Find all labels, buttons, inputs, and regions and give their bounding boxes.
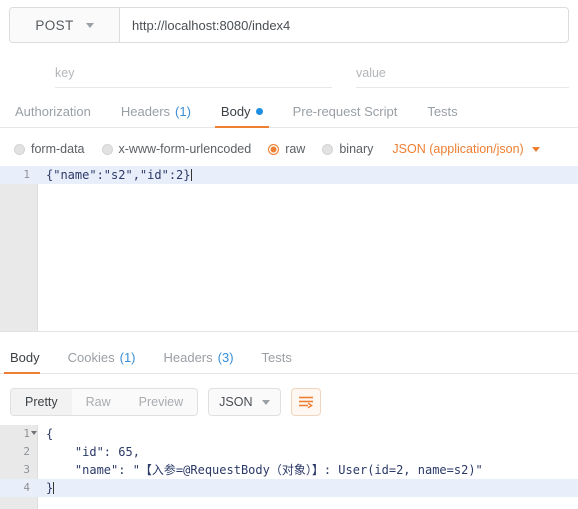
tab-count: (1) (175, 103, 191, 119)
text-caret (53, 482, 55, 494)
tab-label: Authorization (15, 103, 91, 119)
tab-headers[interactable]: Headers (1) (106, 95, 206, 127)
tab-body[interactable]: Body (206, 95, 278, 128)
tab-label: Headers (120, 103, 171, 119)
request-tabs: Authorization Headers (1) Body Pre-reque… (0, 95, 578, 128)
view-mode-pretty[interactable]: Pretty (11, 389, 72, 415)
code-line: 1 {"name":"s2","id":2} (0, 166, 578, 184)
text-caret (190, 169, 192, 181)
chevron-down-icon (262, 399, 271, 405)
line-text: } (46, 481, 55, 495)
tab-authorization[interactable]: Authorization (0, 95, 106, 127)
content-type-dropdown[interactable]: JSON (application/json) (392, 142, 540, 156)
url-input[interactable]: http://localhost:8080/index4 (120, 8, 568, 42)
body-modified-dot-icon (255, 107, 263, 115)
chevron-down-icon (85, 22, 94, 28)
param-value-input[interactable]: value (342, 56, 569, 90)
radio-icon (101, 143, 113, 155)
radio-label: raw (285, 142, 306, 156)
param-key-input[interactable]: key (9, 56, 342, 90)
view-mode-raw[interactable]: Raw (72, 389, 125, 415)
radio-selected-icon (268, 143, 280, 155)
radio-label: x-www-form-urlencoded (118, 142, 252, 156)
radio-raw[interactable]: raw (268, 142, 305, 156)
line-text: {"name":"s2","id":2} (46, 168, 192, 182)
http-method-dropdown[interactable]: POST (10, 8, 120, 42)
line-number: 1 (23, 427, 30, 440)
radio-label: binary (339, 142, 374, 156)
tab-label: Pre-request Script (292, 103, 398, 119)
tab-label: Body (220, 103, 251, 119)
request-code-area[interactable]: 1 {"name":"s2","id":2} (0, 166, 578, 331)
body-type-options: form-data x-www-form-urlencoded raw bina… (0, 133, 578, 165)
tab-label: Tests (427, 103, 458, 119)
params-row: key value (9, 56, 569, 90)
radio-icon (14, 143, 25, 155)
radio-x-www-form-urlencoded[interactable]: x-www-form-urlencoded (101, 142, 252, 156)
response-code-area[interactable]: 1 { 2 "id": 65, 3 "name": "【入参=@RequestB… (0, 425, 578, 509)
line-text: { (46, 427, 54, 441)
response-tab-tests[interactable]: Tests (248, 341, 306, 373)
radio-form-data[interactable]: form-data (14, 142, 85, 156)
line-number: 1 (23, 168, 30, 181)
tab-count: (1) (119, 349, 136, 365)
response-tab-body[interactable]: Body (0, 341, 54, 374)
code-line: 1 { (0, 425, 578, 443)
code-line: 3 "name": "【入参=@RequestBody（对象）】: User(i… (0, 461, 578, 479)
line-number: 4 (23, 481, 30, 494)
response-toolbar: Pretty Raw Preview JSON (0, 382, 578, 422)
response-tabs: Body Cookies (1) Headers (3) Tests (0, 341, 578, 374)
line-text: "name": "【入参=@RequestBody（对象）】: User(id=… (46, 463, 483, 477)
view-mode-group: Pretty Raw Preview (10, 388, 199, 416)
response-body-editor[interactable]: 1 { 2 "id": 65, 3 "name": "【入参=@RequestB… (0, 425, 578, 509)
line-text: "id": 65, (46, 445, 140, 459)
tab-label: Cookies (67, 349, 115, 365)
http-method-label: POST (35, 17, 74, 33)
word-wrap-toggle[interactable] (291, 388, 322, 416)
tab-count: (3) (217, 349, 234, 365)
chevron-down-icon (531, 146, 540, 152)
response-format-label: JSON (219, 395, 253, 409)
content-type-label: JSON (application/json) (392, 142, 524, 156)
tab-label: Body (10, 349, 40, 365)
code-line: 2 "id": 65, (0, 443, 578, 461)
request-url-bar: POST http://localhost:8080/index4 (9, 7, 569, 43)
line-number: 3 (23, 463, 30, 476)
response-tab-cookies[interactable]: Cookies (1) (54, 341, 150, 373)
view-mode-preview[interactable]: Preview (125, 389, 197, 415)
radio-icon (322, 143, 334, 155)
tab-pre-request-script[interactable]: Pre-request Script (278, 95, 413, 127)
word-wrap-icon (298, 396, 313, 408)
fold-triangle-icon[interactable] (31, 431, 37, 435)
tab-label: Headers (163, 349, 213, 365)
tab-tests[interactable]: Tests (412, 95, 472, 127)
code-line: 4 } (0, 479, 578, 497)
radio-binary[interactable]: binary (322, 142, 373, 156)
request-body-editor[interactable]: 1 {"name":"s2","id":2} (0, 166, 578, 332)
line-number: 2 (23, 445, 30, 458)
tab-label: Tests (261, 349, 292, 365)
response-format-dropdown[interactable]: JSON (208, 388, 282, 416)
radio-label: form-data (31, 142, 85, 156)
response-tab-headers[interactable]: Headers (3) (150, 341, 248, 373)
